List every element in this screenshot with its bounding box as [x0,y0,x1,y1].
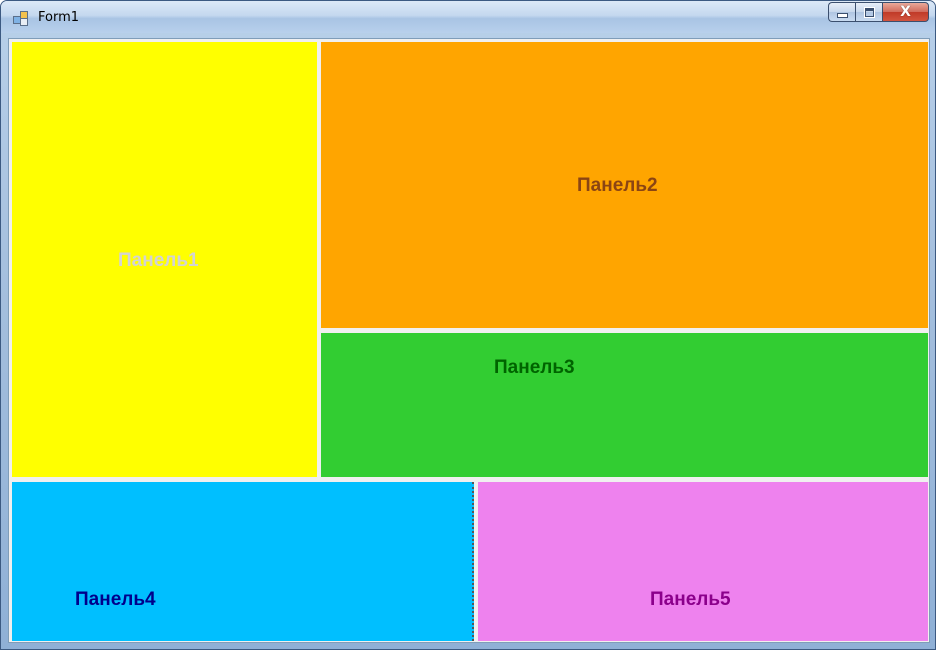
panel-1: Панель1 [12,42,317,477]
panel-3: Панель3 [321,333,928,477]
panel-4-label: Панель4 [75,589,156,610]
maximize-button[interactable] [855,2,882,22]
panel-5: Панель5 [478,482,928,641]
form-app-icon[interactable] [13,11,29,26]
minimize-button[interactable] [828,2,855,22]
close-icon: X [900,4,911,20]
form-client-area: Панель1 Панель2 Панель3 Панель4 Панель5 [8,38,930,643]
window-title: Form1 [38,10,80,25]
panel-5-label: Панель5 [650,589,731,610]
panel-2-label: Панель2 [577,175,658,196]
minimize-icon [836,12,848,18]
panel-4: Панель4 [12,482,474,641]
panel-1-label: Панель1 [118,250,199,271]
maximize-icon [864,7,874,17]
app-window: Form1 X Панель1 Панель2 Панель3 Панель4 [0,0,936,650]
panel-3-label: Панель3 [494,357,575,378]
close-button[interactable]: X [882,2,929,22]
title-bar[interactable]: Form1 X [1,1,935,33]
panel-2: Панель2 [321,42,928,328]
caption-buttons: X [828,2,929,22]
